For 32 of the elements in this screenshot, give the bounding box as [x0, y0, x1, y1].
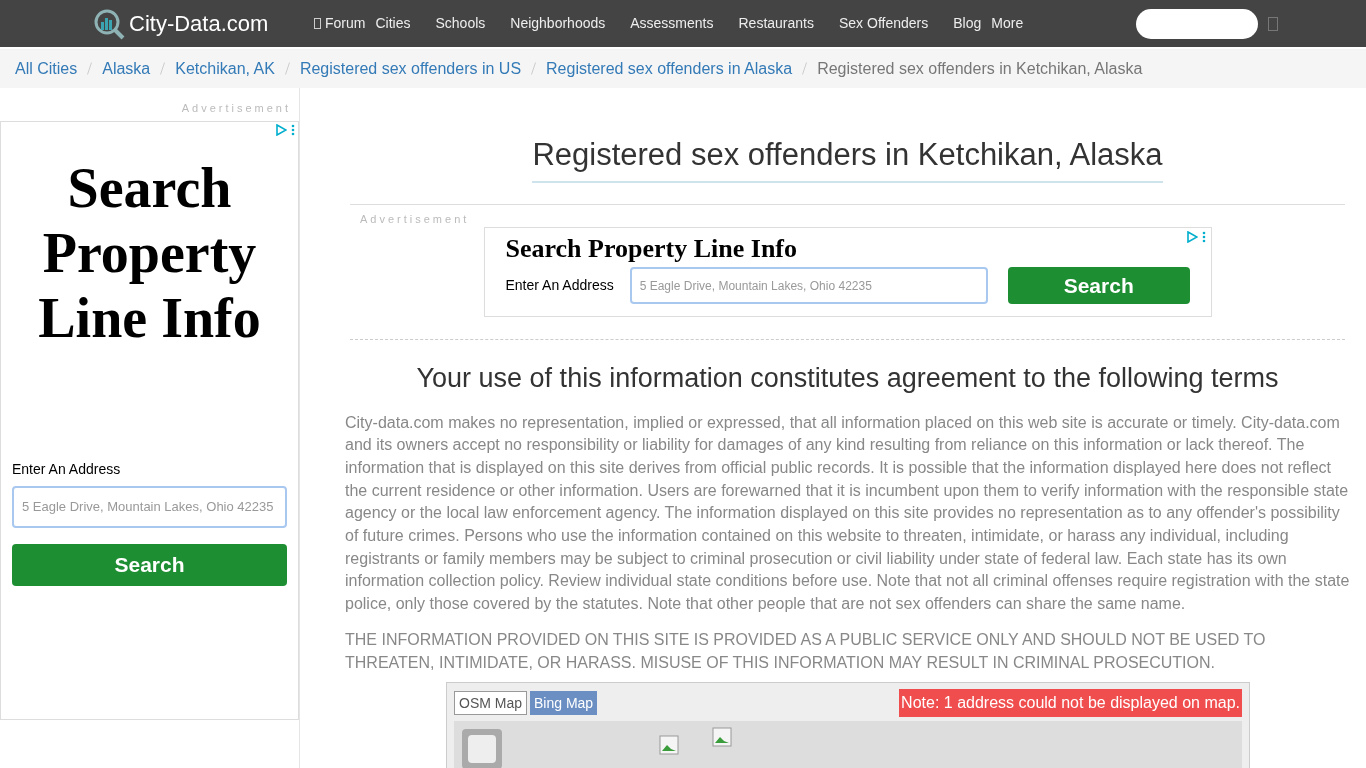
- search-button[interactable]: Search: [1007, 267, 1190, 304]
- breadcrumb-current: Registered sex offenders in Ketchikan, Alaska: [817, 58, 1143, 79]
- nav-link[interactable]: Neighborhoods: [510, 13, 606, 34]
- nav-link[interactable]: Sex Offenders: [839, 13, 929, 34]
- search-button[interactable]: Search: [12, 543, 287, 586]
- field-label: Enter An Address: [12, 459, 122, 479]
- nav-link[interactable]: Cities: [375, 13, 411, 34]
- breadcrumb-link[interactable]: Registered sex offenders in Alaska: [546, 56, 793, 81]
- address-input[interactable]: 5 Eagle Drive, Mountain Lakes, Ohio 42235: [12, 485, 287, 528]
- nav-link[interactable]: Blog: [953, 13, 982, 34]
- terms-paragraph: THE INFORMATION PROVIDED ON THIS SITE IS PROVIDED AS A PUBLIC SERVICE ONLY AND SHOULD NOT BE USED TO THREATEN, INTIMIDATE, OR HARASS. MISUSE OF THIS INFORMATION MAY RESULT IN CRIMINAL PROSECUTION.: [345, 629, 1267, 673]
- nav-link[interactable]: Assessments: [630, 13, 714, 34]
- terms-heading: Your use of this information constitutes agreement to the following terms: [415, 362, 1280, 395]
- field-label: Enter An Address: [505, 276, 614, 295]
- nav-link[interactable]: Restaurants: [738, 13, 814, 34]
- ad-headline: Search Property Line Info: [505, 233, 798, 265]
- page-title: Registered sex offenders in Ketchikan, Alaska: [532, 132, 1163, 183]
- ad-label: Advertisement: [359, 211, 471, 227]
- breadcrumb-link[interactable]: Ketchikan, AK: [175, 56, 275, 81]
- terms-paragraph: City-data.com makes no representation, implied or expressed, that all information placed on this web site is accurate or timely. City-data.com and its owners accept no responsibility or liability for damages of any kind resulting from reliance on this information or lack thereof. The information that is displayed on this site derives from official public records. It is possible that the information displayed here does not reflect the current residence or other information. Users are forewarned that it is incumbent upon them to verify information with the responsible state agency or the local law enforcement agency. The information displayed on this site provides no representation as to any offender's possibility of future crimes. Persons who use the information contained on this website to threaten, intimidate, or harass any individual, including registrants or family members may be subject to criminal prosecution or civil liability under state of federal law. Each state has its own information collection policy. Review individual state conditions before use. Note that not all criminal offenses require registration with the state police, only those covered by the statutes. Note that other people that are not sex offenders can share the same name.: [345, 412, 1350, 615]
- address-input[interactable]: 5 Eagle Drive, Mountain Lakes, Ohio 42235: [629, 267, 988, 304]
- site-logo[interactable]: City-Data.com: [129, 7, 269, 40]
- nav-link[interactable]: Schools: [435, 13, 486, 34]
- map-note: Note: 1 address could not be displayed on map.: [899, 689, 1242, 718]
- breadcrumb-link[interactable]: All Cities: [15, 56, 78, 81]
- ad-headline: Search Property Line Info: [37, 155, 262, 351]
- nav-link[interactable]: Forum: [325, 13, 366, 34]
- nav-link[interactable]: More: [991, 13, 1024, 34]
- breadcrumb-link[interactable]: Alaska: [102, 56, 151, 81]
- map-tab[interactable]: OSM Map: [454, 691, 527, 716]
- breadcrumb-link[interactable]: Registered sex offenders in US: [299, 56, 522, 81]
- ad-label: Advertisement: [180, 101, 292, 116]
